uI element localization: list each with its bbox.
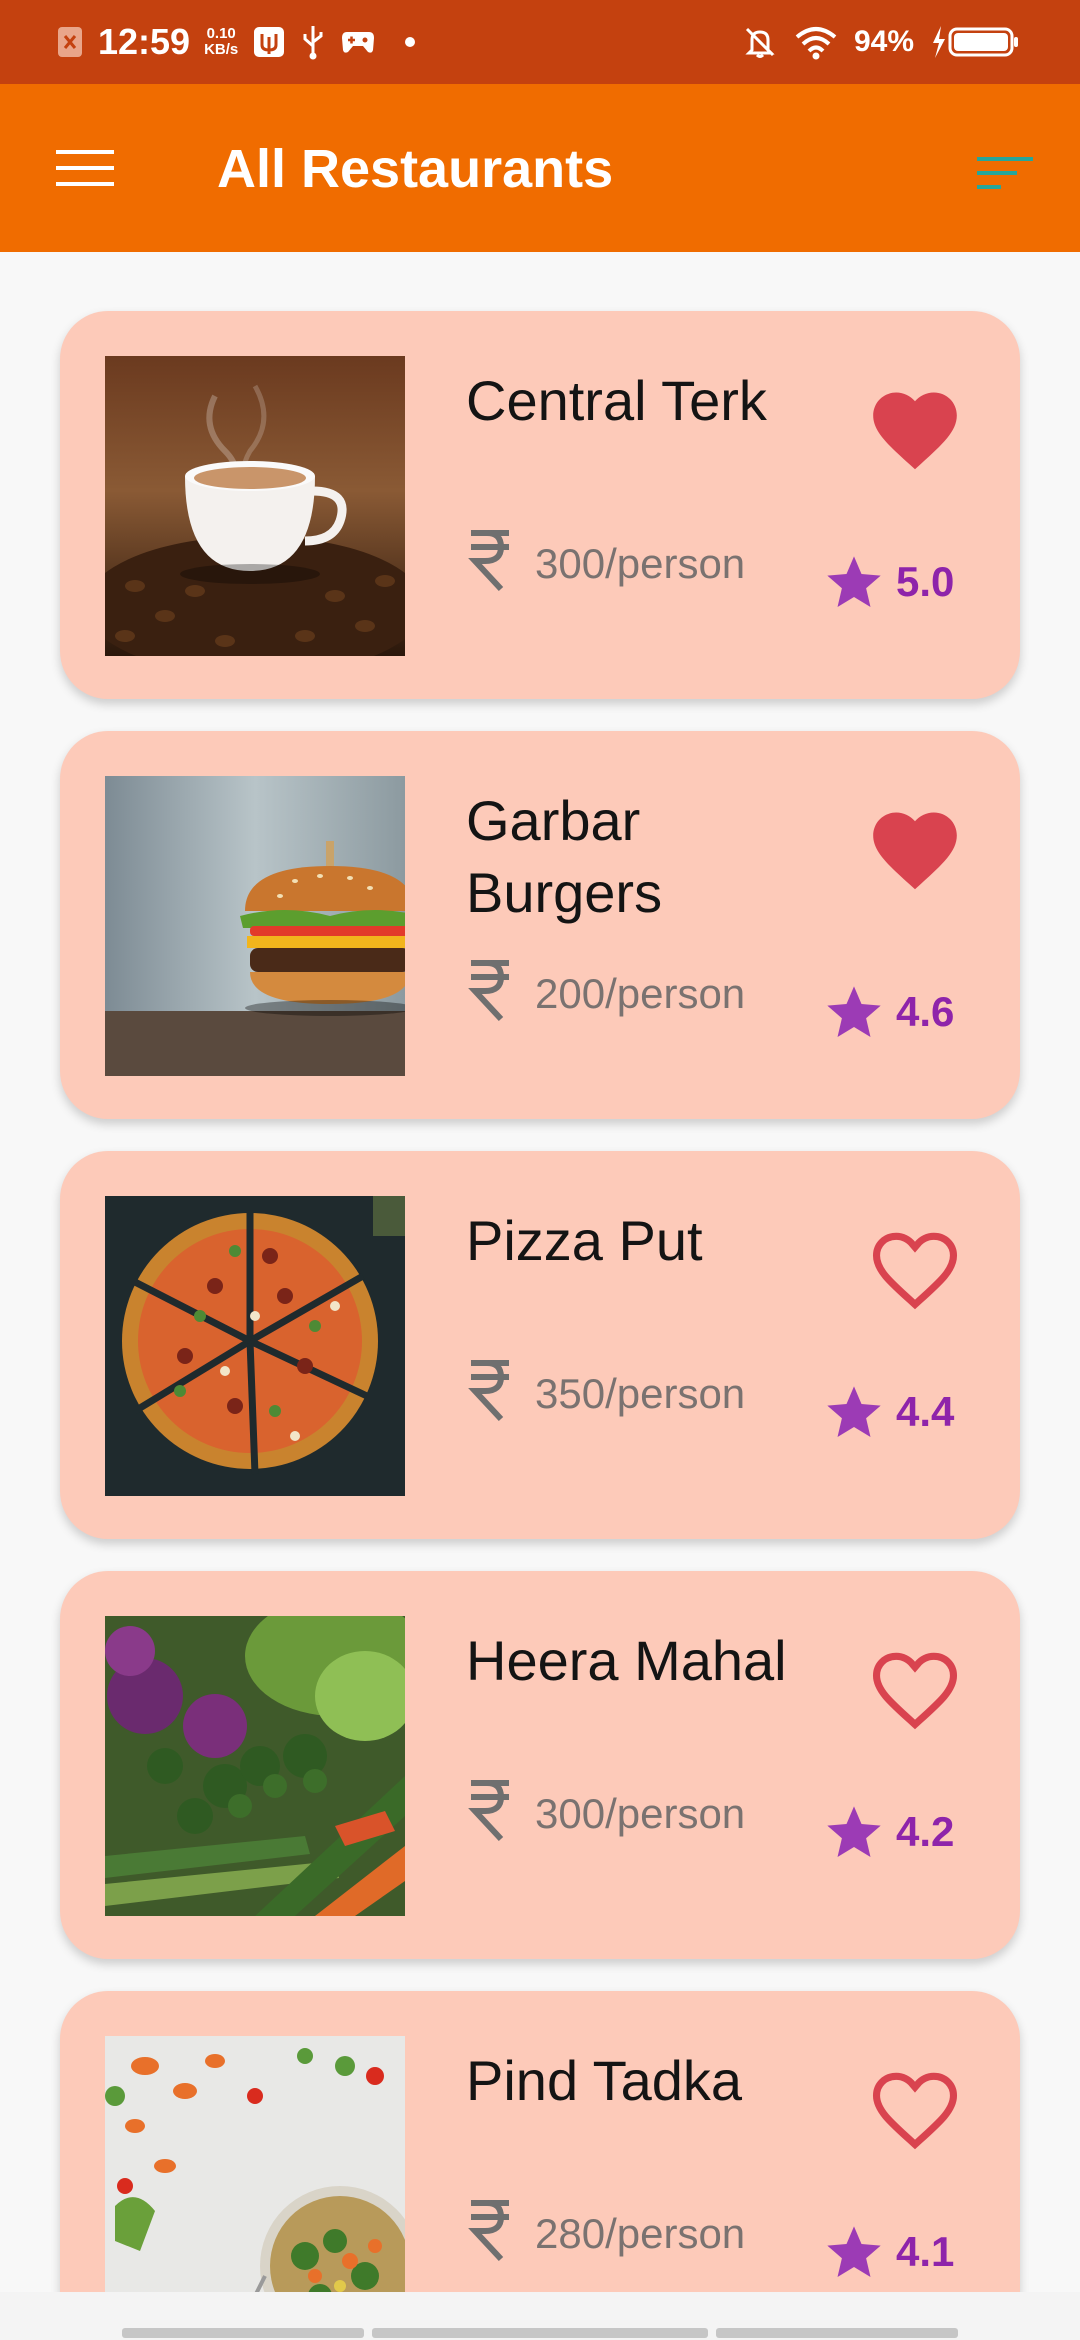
battery-icon: [933, 26, 1018, 58]
favorite-button[interactable]: [850, 781, 980, 911]
scroll-indicator: [372, 2328, 708, 2338]
star-icon: [827, 556, 881, 607]
favorite-button[interactable]: [850, 2041, 980, 2171]
price-per-person: 300/person: [535, 1790, 746, 1837]
rating-value: 4.4: [896, 1388, 955, 1435]
restaurant-card[interactable]: Central Terk 300/person 5.0: [60, 311, 1020, 699]
rupee-icon: [468, 530, 509, 592]
restaurant-list[interactable]: Central Terk 300/person 5.0 Garbar Burge…: [0, 252, 1080, 2292]
rating-value: 5.0: [896, 558, 955, 605]
salad-bowl-photo: [105, 2036, 405, 2292]
menu-button[interactable]: [40, 128, 130, 208]
rupee-icon: [468, 2200, 509, 2262]
scroll-indicator: [122, 2328, 364, 2338]
scroll-indicator: [716, 2328, 958, 2338]
status-bar: 12:59 0.10 KB/s 94%: [0, 0, 1080, 84]
network-speed-value: 0.10: [206, 25, 236, 42]
restaurant-name: Garbar Burgers: [466, 789, 663, 924]
star-icon: [827, 1806, 881, 1857]
favorite-button[interactable]: [850, 361, 980, 491]
usb-debug-icon: [254, 27, 285, 57]
vegetables-photo: [105, 1616, 405, 1916]
menu-icon: [56, 150, 114, 186]
status-right: 94%: [742, 18, 1022, 66]
coffee-cup-photo: [105, 356, 405, 656]
heart-outline-icon: [872, 1652, 958, 1730]
filter-list-icon: [977, 157, 1033, 189]
bottom-edge: [0, 2292, 1080, 2340]
dot-icon: [405, 37, 416, 47]
app-bar: All Restaurants: [0, 84, 1080, 252]
rating-value: 4.6: [896, 988, 955, 1035]
rupee-icon: [468, 1360, 509, 1422]
star-icon: [827, 1386, 881, 1437]
rating-value: 4.1: [896, 2228, 955, 2275]
price-per-person: 280/person: [535, 2210, 746, 2257]
network-speed: 0.10 KB/s: [204, 26, 238, 58]
restaurant-card[interactable]: Heera Mahal 300/person 4.2: [60, 1571, 1020, 1959]
star-icon: [827, 986, 881, 1037]
star-icon: [827, 2226, 881, 2277]
pizza-photo: [105, 1196, 405, 1496]
battery-percent: 94%: [853, 25, 914, 58]
rupee-icon: [468, 1780, 509, 1842]
favorite-button[interactable]: [850, 1621, 980, 1751]
favorite-button[interactable]: [850, 1201, 980, 1331]
clock: 12:59: [98, 21, 191, 62]
gamepad-icon: [342, 32, 375, 53]
heart-outline-icon: [872, 1232, 958, 1310]
status-left: 12:59 0.10 KB/s: [56, 18, 420, 66]
price-per-person: 350/person: [535, 1370, 746, 1417]
heart-filled-icon: [873, 812, 957, 890]
network-speed-unit: KB/s: [204, 41, 239, 58]
restaurant-name: Central Terk: [466, 369, 767, 432]
burger-photo: [105, 776, 405, 1076]
restaurant-card[interactable]: Garbar Burgers 200/person 4.6: [60, 731, 1020, 1119]
restaurant-name: Heera Mahal: [466, 1629, 787, 1692]
price-per-person: 200/person: [535, 970, 746, 1017]
usb-icon: [303, 26, 323, 60]
restaurant-card[interactable]: Pizza Put 350/person 4.4: [60, 1151, 1020, 1539]
wifi-icon: [795, 27, 837, 60]
heart-outline-icon: [872, 2072, 958, 2150]
restaurant-name: Pizza Put: [466, 1209, 703, 1272]
rating-value: 4.2: [896, 1808, 955, 1855]
restaurant-card[interactable]: Pind Tadka 280/person 4.1: [60, 1991, 1020, 2292]
heart-filled-icon: [873, 392, 957, 470]
notification-blocked-icon: [58, 27, 82, 57]
sort-filter-button[interactable]: [960, 138, 1050, 208]
restaurant-name: Pind Tadka: [466, 2049, 743, 2112]
mute-icon: [745, 27, 775, 58]
price-per-person: 300/person: [535, 540, 746, 587]
page-title: All Restaurants: [217, 139, 614, 199]
rupee-icon: [468, 960, 509, 1022]
